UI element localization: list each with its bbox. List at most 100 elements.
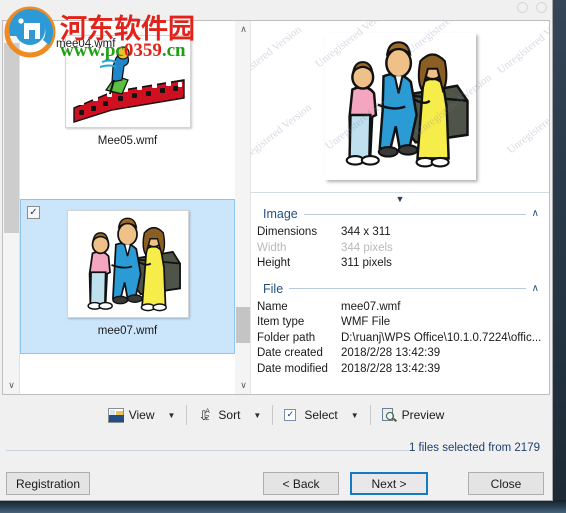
magnifier-document-icon [381,407,397,423]
view-button[interactable]: View [102,405,161,426]
toolbar-separator [186,405,188,425]
image-preview-pane[interactable]: Unregistered Version Unregistered Versio… [251,21,549,193]
status-line: 1 files selected from 2179 [2,440,550,460]
property-key: Item type [257,316,305,328]
pane-splitter-handle[interactable]: ▼ [251,193,549,204]
section-rule [289,288,526,289]
collapse-chevron-icon[interactable]: ∧ [532,283,541,294]
thumbnail-label-mee04: mee04.wmf [56,38,116,50]
toolbar-separator [369,405,371,425]
detail-scroll-down-icon[interactable]: ∨ [235,377,252,394]
section-rule [303,213,526,215]
detail-panel: ∧ ∨ Unregistered Version Unregistered Ve… [235,21,549,394]
toolbar-separator [272,405,274,425]
watermark-text: Unregistered Version [495,21,549,77]
thumbnail-browser-panel: ∧ ∨ Mee05.wmf ✓ mee07.wmf [3,21,235,394]
preview-label: Preview [401,408,445,422]
view-dropdown-caret-icon[interactable]: ▼ [160,408,182,423]
property-row: Height 311 pixels [257,256,541,272]
clipart-family-sofa [70,211,187,317]
property-key: Folder path [257,331,316,344]
thumbnail-item-mee07[interactable]: ✓ mee07.wmf [20,199,235,354]
property-value: WMF File [341,316,391,328]
registration-button[interactable]: Registration [6,472,90,495]
dialog-footer: Registration < Back Next > Close [0,466,552,500]
window-caption-bar [0,0,552,20]
select-button[interactable]: ✓ Select [277,405,343,426]
checkbox-check-glyph: ✓ [284,408,297,421]
sort-letter-a: A [205,407,210,415]
property-key: Date modified [257,362,328,375]
section-header-image[interactable]: Image ∧ [257,207,541,221]
collapse-chevron-icon[interactable]: ∧ [532,209,541,219]
property-value: 2018/2/28 13:42:39 [341,362,441,375]
properties-list: Image ∧ Dimensions 344 x 311 Width 344 p… [251,204,549,394]
maximize-button[interactable] [536,2,547,13]
checkbox-icon: ✓ [283,408,299,423]
thumbnail-checkbox[interactable] [26,27,39,40]
watermark-text: Unregistered Version [251,101,314,169]
property-row: Dimensions 344 x 311 [257,225,541,241]
property-key: Name [257,300,288,313]
preview-button[interactable]: Preview [375,405,451,426]
sort-az-icon: ⇩ A Z [197,408,213,423]
preview-image[interactable] [324,33,476,180]
scroll-down-icon[interactable]: ∨ [3,377,20,394]
sort-dropdown-caret-icon[interactable]: ▼ [246,408,268,423]
content-area: ∧ ∨ Mee05.wmf ✓ mee07.wmf ∧ ∨ Unregister… [2,20,550,395]
thumbnail-item-mee05[interactable]: Mee05.wmf [20,21,235,199]
import-wizard-dialog: ∧ ∨ Mee05.wmf ✓ mee07.wmf ∧ ∨ Unregister… [0,0,553,501]
select-dropdown-caret-icon[interactable]: ▼ [344,408,366,423]
select-group: ✓ Select ▼ [277,405,365,426]
property-value: mee07.wmf [341,300,401,313]
property-row: Folder path D:\ruanj\WPS Office\10.1.0.7… [257,331,541,347]
thumbnail-label: mee07.wmf [97,325,158,337]
thumbnail-scrollbar-thumb[interactable] [4,43,19,233]
section-title: File [263,281,284,296]
property-key: Width [257,241,287,254]
view-group: View ▼ [102,405,183,426]
status-text: 1 files selected from 2179 [408,442,540,454]
detail-scrollbar[interactable]: ∧ ∨ [235,21,251,394]
down-arrow-glyph: ⇩ [198,407,210,423]
select-label: Select [304,408,338,422]
property-value: 344 x 311 [341,226,391,238]
thumbnail-scrollbar[interactable]: ∧ ∨ [3,21,20,394]
property-key: Dimensions [257,226,318,238]
property-row: Date modified 2018/2/28 13:42:39 [257,362,541,378]
sort-letter-z: Z [205,414,210,422]
detail-scrollbar-thumb[interactable] [236,307,250,343]
property-value: 2018/2/28 13:42:39 [341,347,441,359]
property-row: Name mee07.wmf [257,300,541,316]
picture-icon [107,407,124,423]
sort-button[interactable]: ⇩ A Z Sort [191,405,246,426]
scroll-up-icon[interactable]: ∧ [3,21,20,38]
view-label: View [128,408,155,422]
section-title: Image [263,207,298,221]
next-button[interactable]: Next > [350,472,428,495]
thumbnail-list: Mee05.wmf ✓ mee07.wmf [20,21,235,394]
toolbar: View ▼ ⇩ A Z Sort ▼ ✓ Select ▼ Preview [2,396,550,434]
detail-scroll-up-icon[interactable]: ∧ [235,21,252,38]
property-key: Date created [257,347,323,359]
thumbnail-label: Mee05.wmf [97,135,158,147]
desktop-taskbar-band [0,500,566,513]
back-button[interactable]: < Back [263,472,339,495]
thumbnail-image-mee07[interactable] [66,210,189,318]
sort-group: ⇩ A Z Sort ▼ [191,405,268,426]
watermark-text: Unregistered Version [505,90,549,157]
status-rule [6,450,410,451]
property-value: 344 pixels [341,241,393,254]
property-row: Date created 2018/2/28 13:42:39 [257,346,541,362]
property-row: Width 344 pixels [257,241,541,257]
detail-body: Unregistered Version Unregistered Versio… [251,21,549,394]
section-header-file[interactable]: File ∧ [257,282,541,296]
minimize-button[interactable] [517,2,528,13]
close-button[interactable]: Close [468,472,544,495]
sort-label: Sort [218,408,241,422]
property-row: Item type WMF File [257,315,541,331]
property-value: D:\ruanj\WPS Office\10.1.0.7224\offic... [341,331,541,344]
window-controls[interactable] [517,2,547,13]
thumbnail-checkbox[interactable]: ✓ [27,206,40,219]
preview-group: Preview [375,405,451,426]
